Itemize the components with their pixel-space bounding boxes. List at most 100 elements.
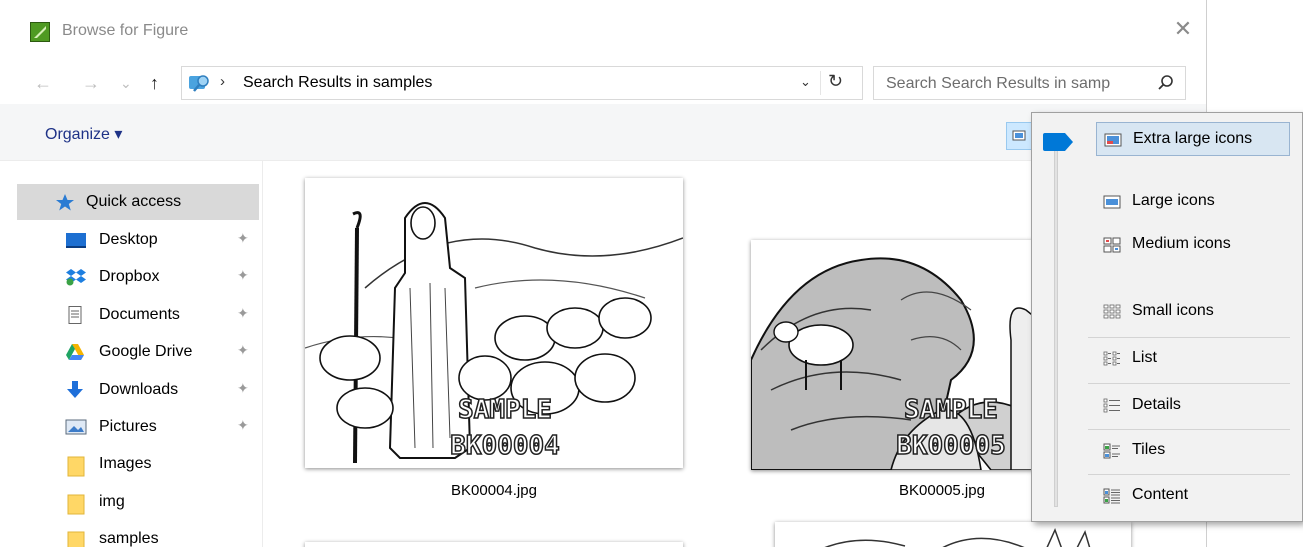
window-title: Browse for Figure bbox=[62, 22, 189, 39]
breadcrumb-separator: › bbox=[220, 73, 225, 90]
sidebar-item-label: Quick access bbox=[86, 193, 182, 210]
pin-icon[interactable]: ✦ bbox=[237, 380, 249, 397]
sidebar-item-label: samples bbox=[99, 530, 159, 547]
sidebar-item-desktop[interactable]: Desktop ✦ bbox=[17, 222, 259, 258]
watermark-line-1: SAMPLE bbox=[458, 395, 552, 425]
menu-item-label: Content bbox=[1132, 486, 1189, 503]
partial-sketch-image bbox=[305, 542, 683, 547]
shepherd-sketch-image: SAMPLE BK00004 bbox=[305, 178, 683, 468]
view-dropdown-menu: Extra large icons Large icons Medium ico… bbox=[1031, 112, 1303, 522]
pin-icon[interactable]: ✦ bbox=[237, 267, 249, 284]
menu-item-label: Extra large icons bbox=[1133, 130, 1253, 147]
pictures-icon bbox=[65, 418, 87, 436]
sidebar-item-img[interactable]: img bbox=[17, 484, 259, 520]
menu-item-tiles[interactable]: Tiles bbox=[1096, 434, 1290, 468]
folder-icon bbox=[67, 455, 87, 477]
view-icon bbox=[1012, 130, 1026, 141]
menu-separator bbox=[1088, 429, 1290, 430]
pin-icon[interactable]: ✦ bbox=[237, 342, 249, 359]
watermark-line-1: SAMPLE bbox=[904, 395, 998, 425]
file-thumbnail[interactable] bbox=[775, 522, 1131, 547]
menu-item-label: Details bbox=[1132, 396, 1181, 413]
document-icon bbox=[65, 306, 85, 324]
sidebar-item-pictures[interactable]: Pictures ✦ bbox=[17, 409, 259, 445]
sidebar-item-label: img bbox=[99, 493, 125, 510]
menu-item-medium-icons[interactable]: Medium icons bbox=[1096, 228, 1290, 262]
file-name-label[interactable]: BK00004.jpg bbox=[405, 482, 583, 499]
file-name-label[interactable]: BK00005.jpg bbox=[853, 482, 1031, 499]
menu-item-list[interactable]: List bbox=[1096, 342, 1290, 376]
large-icons-icon bbox=[1103, 194, 1121, 210]
address-bar[interactable]: › Search Results in samples ⌄ ↻ bbox=[181, 66, 863, 100]
google-drive-icon bbox=[65, 343, 85, 361]
back-button[interactable]: ← bbox=[34, 72, 52, 94]
address-divider bbox=[820, 71, 821, 95]
navigation-pane: Quick access Desktop ✦ Dropbox ✦ Documen… bbox=[0, 160, 263, 547]
menu-separator bbox=[1088, 337, 1290, 338]
watermark-line-2: BK00005 bbox=[896, 431, 1006, 461]
breadcrumb-location[interactable]: Search Results in samples bbox=[243, 74, 432, 92]
sidebar-item-samples[interactable]: samples bbox=[17, 521, 259, 547]
command-bar: Organize ▾ bbox=[0, 104, 1206, 161]
menu-item-label: Medium icons bbox=[1132, 235, 1231, 252]
details-icon bbox=[1103, 398, 1121, 414]
title-bar: Browse for Figure ✕ bbox=[0, 0, 1206, 64]
sidebar-item-google-drive[interactable]: Google Drive ✦ bbox=[17, 334, 259, 370]
sidebar-item-label: Desktop bbox=[99, 231, 158, 248]
content-icon bbox=[1103, 488, 1121, 504]
organize-button[interactable]: Organize ▾ bbox=[45, 124, 122, 144]
desktop-icon bbox=[65, 231, 86, 249]
menu-item-small-icons[interactable]: Small icons bbox=[1096, 295, 1290, 329]
sidebar-item-label: Images bbox=[99, 455, 152, 472]
sidebar-item-images[interactable]: Images bbox=[17, 446, 259, 482]
forward-button[interactable]: → bbox=[82, 72, 100, 94]
star-icon bbox=[55, 193, 75, 211]
sidebar-item-label: Downloads bbox=[99, 381, 179, 398]
pin-icon[interactable]: ✦ bbox=[237, 230, 249, 247]
pin-icon[interactable]: ✦ bbox=[237, 305, 249, 322]
menu-item-label: Large icons bbox=[1132, 192, 1215, 209]
menu-separator bbox=[1088, 383, 1290, 384]
refresh-button[interactable]: ↻ bbox=[828, 71, 843, 92]
dropbox-icon bbox=[65, 268, 86, 286]
folder-icon bbox=[67, 493, 87, 515]
sidebar-item-documents[interactable]: Documents ✦ bbox=[17, 297, 259, 333]
file-thumbnail[interactable]: SAMPLE BK00004 bbox=[305, 178, 683, 468]
change-view-button[interactable] bbox=[1006, 122, 1034, 150]
folder-icon bbox=[67, 530, 87, 547]
download-arrow-icon bbox=[65, 381, 85, 399]
app-logo-icon bbox=[30, 22, 50, 42]
up-button[interactable]: ↑ bbox=[150, 72, 159, 94]
menu-item-large-icons[interactable]: Large icons bbox=[1096, 185, 1290, 219]
search-icon[interactable] bbox=[1156, 73, 1176, 93]
close-button[interactable]: ✕ bbox=[1168, 14, 1198, 44]
search-results-icon bbox=[188, 73, 210, 93]
menu-separator bbox=[1088, 474, 1290, 475]
menu-item-label: List bbox=[1132, 349, 1157, 366]
browse-dialog: Browse for Figure ✕ ← → ⌄ ↑ › Search Res… bbox=[0, 0, 1207, 547]
small-icons-icon bbox=[1103, 304, 1121, 320]
extra-large-icons-icon bbox=[1104, 132, 1122, 148]
sidebar-item-label: Google Drive bbox=[99, 343, 193, 360]
sidebar-item-dropbox[interactable]: Dropbox ✦ bbox=[17, 259, 259, 295]
tiles-icon bbox=[1103, 443, 1121, 459]
address-dropdown-button[interactable]: ⌄ bbox=[800, 74, 811, 90]
pin-icon[interactable]: ✦ bbox=[237, 417, 249, 434]
view-size-slider-thumb[interactable] bbox=[1043, 133, 1073, 151]
menu-item-content[interactable]: Content bbox=[1096, 479, 1290, 513]
partial-sketch-image bbox=[775, 522, 1131, 547]
search-input[interactable]: Search Search Results in samp bbox=[886, 75, 1110, 93]
recent-locations-button[interactable]: ⌄ bbox=[120, 72, 132, 94]
sidebar-item-quick-access[interactable]: Quick access bbox=[17, 184, 259, 220]
sidebar-item-downloads[interactable]: Downloads ✦ bbox=[17, 372, 259, 408]
view-size-slider[interactable] bbox=[1054, 137, 1058, 507]
sidebar-item-label: Dropbox bbox=[99, 268, 160, 285]
search-box[interactable]: Search Search Results in samp bbox=[873, 66, 1186, 100]
sidebar-item-label: Pictures bbox=[99, 418, 157, 435]
watermark-line-2: BK00004 bbox=[450, 431, 560, 461]
menu-item-extra-large-icons[interactable]: Extra large icons bbox=[1096, 122, 1290, 156]
file-thumbnail[interactable] bbox=[305, 542, 683, 547]
sidebar-item-label: Documents bbox=[99, 306, 180, 323]
menu-item-label: Tiles bbox=[1132, 441, 1166, 458]
menu-item-details[interactable]: Details bbox=[1096, 389, 1290, 423]
